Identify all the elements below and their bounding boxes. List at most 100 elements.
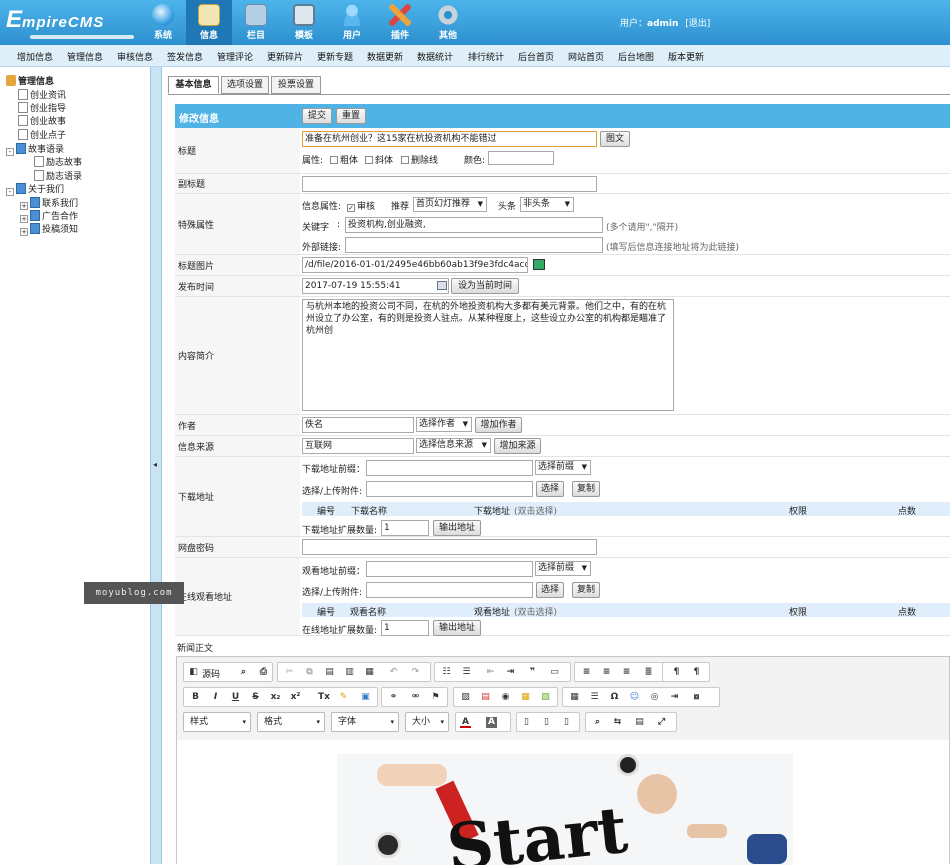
collapse-icon[interactable]: - bbox=[6, 188, 14, 196]
select-all-icon[interactable]: ▣ bbox=[360, 692, 371, 703]
italic-checkbox[interactable]: 斜体 bbox=[365, 153, 393, 166]
recommend-select[interactable]: 首页幻灯推荐 ▼ bbox=[413, 197, 487, 212]
bulleted-list-icon[interactable]: ☰ bbox=[461, 667, 472, 678]
superscript-icon[interactable]: x² bbox=[290, 692, 301, 703]
ltr-icon[interactable]: ¶ bbox=[671, 667, 682, 678]
strikethrough-icon[interactable]: S bbox=[250, 692, 261, 703]
file-icon[interactable]: ▦ bbox=[520, 692, 531, 703]
tab-basic-info[interactable]: 基本信息 bbox=[168, 76, 219, 94]
div-container-icon[interactable]: ▭ bbox=[549, 667, 560, 678]
tree-root[interactable]: 管理信息 bbox=[6, 74, 54, 87]
watch-prefix-input[interactable] bbox=[366, 561, 533, 577]
subnav-admin-home[interactable]: 后台首页 bbox=[518, 50, 554, 63]
figure-button[interactable]: 图文 bbox=[600, 131, 630, 147]
external-link-input[interactable] bbox=[345, 237, 603, 253]
tab-options[interactable]: 选项设置 bbox=[221, 76, 269, 94]
templates-icon[interactable]: ▯ bbox=[561, 717, 572, 728]
flash-icon[interactable]: ▤ bbox=[480, 692, 491, 703]
submit-button[interactable]: 提交 bbox=[302, 108, 332, 124]
subnav-update-fragments[interactable]: 更新碎片 bbox=[267, 50, 303, 63]
tree-folder[interactable]: + 联系我们 bbox=[20, 196, 78, 210]
page-break-icon[interactable]: ⇥ bbox=[669, 692, 680, 703]
subnav-admin-map[interactable]: 后台地图 bbox=[618, 50, 654, 63]
format-painter-icon[interactable]: ✎ bbox=[338, 692, 349, 703]
fullscreen-icon[interactable]: ⤢ bbox=[656, 717, 667, 728]
source-icon[interactable]: ◧ bbox=[188, 667, 199, 678]
tree-item[interactable]: 创业点子 bbox=[18, 128, 66, 141]
numbered-list-icon[interactable]: ☷ bbox=[441, 667, 452, 678]
undo-icon[interactable]: ↶ bbox=[388, 667, 399, 678]
replace-icon[interactable]: ⇆ bbox=[612, 717, 623, 728]
maximize-doc-icon[interactable]: ▯ bbox=[521, 717, 532, 728]
paste-text-icon[interactable]: ▥ bbox=[344, 667, 355, 678]
print-icon[interactable]: ⎙ bbox=[258, 667, 269, 678]
subtitle-input[interactable] bbox=[302, 176, 597, 192]
subnav-audit-info[interactable]: 审核信息 bbox=[117, 50, 153, 63]
upload-icon[interactable]: ▧ bbox=[540, 692, 551, 703]
collapse-arrow-icon[interactable]: ◂ bbox=[153, 460, 157, 469]
subnav-data-stats[interactable]: 数据统计 bbox=[417, 50, 453, 63]
editor-content-area[interactable]: Start bbox=[177, 740, 949, 865]
watch-file-input[interactable] bbox=[366, 582, 533, 598]
tree-folder[interactable]: - 关于我们 bbox=[6, 182, 64, 196]
cut-icon[interactable]: ✂ bbox=[284, 667, 295, 678]
subnav-add-info[interactable]: 增加信息 bbox=[17, 50, 53, 63]
image-picker-icon[interactable] bbox=[533, 259, 545, 270]
iframe-icon[interactable]: ◎ bbox=[649, 692, 660, 703]
logout-link[interactable]: [退出] bbox=[685, 19, 710, 29]
find-icon[interactable]: ⌕ bbox=[592, 717, 603, 728]
add-source-button[interactable]: 增加来源 bbox=[494, 438, 541, 454]
publish-time-input[interactable]: 2017-07-19 15:55:41 bbox=[302, 278, 449, 294]
pagination-icon[interactable]: ⧈ bbox=[691, 692, 702, 703]
paste-word-icon[interactable]: ▦ bbox=[364, 667, 375, 678]
sidebar-splitter[interactable]: ◂ bbox=[150, 67, 162, 864]
download-output-button[interactable]: 输出地址 bbox=[433, 520, 481, 536]
tree-item[interactable]: 励志语录 bbox=[34, 169, 82, 182]
align-justify-icon[interactable]: ≣ bbox=[643, 667, 654, 678]
headline-select[interactable]: 非头条 ▼ bbox=[520, 197, 574, 212]
subnav-update-topics[interactable]: 更新专题 bbox=[317, 50, 353, 63]
image-icon[interactable]: ▨ bbox=[460, 692, 471, 703]
bg-color-icon[interactable]: A bbox=[486, 717, 497, 728]
author-input[interactable]: 佚名 bbox=[302, 417, 414, 433]
text-color-icon[interactable]: A bbox=[460, 717, 471, 728]
source-select[interactable]: 选择信息来源 ▼ bbox=[416, 438, 491, 453]
horizontal-rule-icon[interactable]: ☰ bbox=[589, 692, 600, 703]
smiley-icon[interactable]: ☺ bbox=[629, 692, 640, 703]
expand-icon[interactable]: + bbox=[20, 228, 28, 236]
calendar-icon[interactable] bbox=[437, 281, 447, 290]
bold-icon[interactable]: B bbox=[190, 692, 201, 703]
set-current-time-button[interactable]: 设为当前时间 bbox=[451, 278, 519, 294]
paste-icon[interactable]: ▤ bbox=[324, 667, 335, 678]
topnav-other[interactable]: 其他 bbox=[425, 0, 471, 45]
subnav-site-home[interactable]: 网站首页 bbox=[568, 50, 604, 63]
tree-folder[interactable]: + 投稿须知 bbox=[20, 222, 78, 236]
tab-vote[interactable]: 投票设置 bbox=[271, 76, 321, 94]
topnav-template[interactable]: 模板 bbox=[281, 0, 327, 45]
subscript-icon[interactable]: x₂ bbox=[270, 692, 281, 703]
bold-checkbox[interactable]: 粗体 bbox=[330, 153, 358, 166]
tree-item[interactable]: 创业指导 bbox=[18, 101, 66, 114]
tree-item[interactable]: 创业资讯 bbox=[18, 88, 66, 101]
tree-folder[interactable]: - 故事语录 bbox=[6, 142, 64, 156]
keyword-input[interactable]: 投资机构,创业融资, bbox=[345, 217, 603, 233]
watch-copy-button[interactable]: 复制 bbox=[572, 582, 600, 598]
subnav-manage-info[interactable]: 管理信息 bbox=[67, 50, 103, 63]
anchor-flag-icon[interactable]: ⚑ bbox=[430, 692, 441, 703]
subnav-data-update[interactable]: 数据更新 bbox=[367, 50, 403, 63]
download-copy-button[interactable]: 复制 bbox=[572, 481, 600, 497]
tree-folder[interactable]: + 广告合作 bbox=[20, 209, 78, 223]
blockquote-icon[interactable]: ❞ bbox=[527, 667, 538, 678]
netdisk-password-input[interactable] bbox=[302, 539, 597, 555]
watch-select-button[interactable]: 选择 bbox=[536, 582, 564, 598]
topnav-plugin[interactable]: 插件 bbox=[377, 0, 423, 45]
preview-icon[interactable]: ⌕ bbox=[238, 667, 249, 678]
indent-icon[interactable]: ⇥ bbox=[505, 667, 516, 678]
download-file-input[interactable] bbox=[366, 481, 533, 497]
watch-prefix-select[interactable]: 选择前缀 ▼ bbox=[535, 561, 591, 576]
underline-icon[interactable]: U bbox=[230, 692, 241, 703]
align-right-icon[interactable]: ≡ bbox=[621, 667, 632, 678]
add-author-button[interactable]: 增加作者 bbox=[475, 417, 522, 433]
italic-icon[interactable]: I bbox=[210, 692, 221, 703]
special-char-icon[interactable]: Ω bbox=[609, 692, 620, 703]
